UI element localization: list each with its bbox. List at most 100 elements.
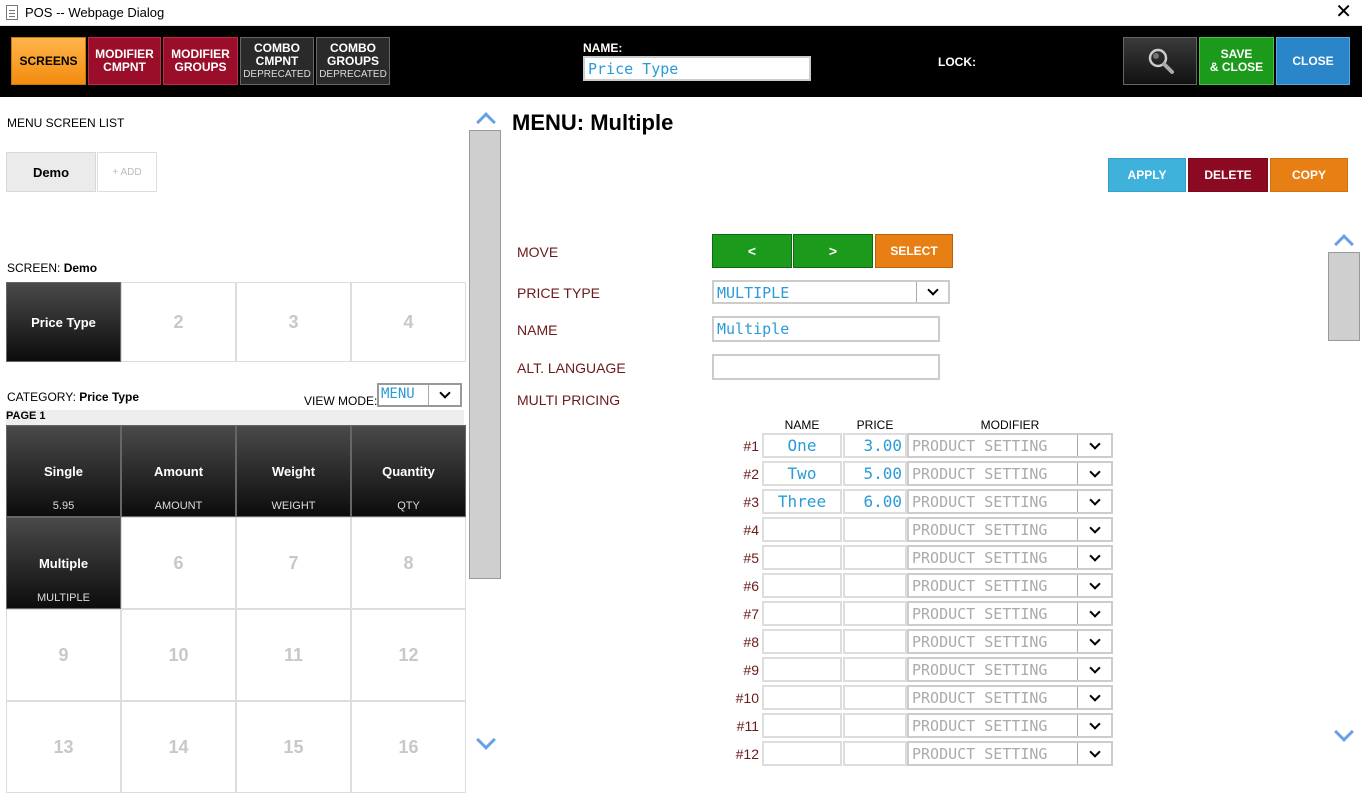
combo-groups-button[interactable]: COMBO GROUPS DEPRECATED bbox=[316, 37, 390, 85]
combo-cmpnt-button[interactable]: COMBO CMPNT DEPRECATED bbox=[240, 37, 314, 85]
view-mode-select[interactable]: MENU bbox=[377, 383, 462, 407]
pricing-modifier-select[interactable]: PRODUCT SETTING bbox=[907, 461, 1113, 486]
price-type-select[interactable]: MULTIPLE bbox=[712, 280, 950, 304]
screen-cell[interactable]: 4 bbox=[351, 282, 466, 362]
pricing-modifier-select[interactable]: PRODUCT SETTING bbox=[907, 713, 1113, 738]
pricing-name-input[interactable]: One bbox=[762, 433, 842, 458]
screen-cell[interactable]: 2 bbox=[121, 282, 236, 362]
pricing-price-input[interactable] bbox=[843, 601, 907, 626]
pricing-modifier-dropdown-button[interactable] bbox=[1077, 547, 1111, 568]
pricing-price-input[interactable] bbox=[843, 517, 907, 542]
alt-language-input[interactable] bbox=[712, 354, 940, 380]
move-prev-button[interactable]: < bbox=[712, 234, 792, 268]
pricing-modifier-dropdown-button[interactable] bbox=[1077, 715, 1111, 736]
left-panel-scroll-thumb[interactable] bbox=[469, 130, 501, 579]
menu-cell[interactable]: Single 5.95 bbox=[6, 425, 121, 517]
pricing-modifier-dropdown-button[interactable] bbox=[1077, 743, 1111, 764]
pricing-name-input[interactable] bbox=[762, 601, 842, 626]
pricing-price-input[interactable] bbox=[843, 545, 907, 570]
screen-cell-label: 4 bbox=[403, 311, 414, 332]
menu-cell[interactable]: 14 bbox=[121, 701, 236, 793]
screen-cell[interactable]: 3 bbox=[236, 282, 351, 362]
pricing-name-input[interactable] bbox=[762, 545, 842, 570]
screens-label: SCREENS bbox=[19, 53, 78, 68]
pricing-name-input[interactable] bbox=[762, 741, 842, 766]
menu-cell[interactable]: Amount AMOUNT bbox=[121, 425, 236, 517]
pricing-modifier-select[interactable]: PRODUCT SETTING bbox=[907, 685, 1113, 710]
save-close-button[interactable]: SAVE & CLOSE bbox=[1199, 37, 1274, 85]
close-button[interactable]: CLOSE bbox=[1276, 37, 1350, 85]
search-button[interactable] bbox=[1123, 37, 1197, 85]
window-close-icon[interactable]: ✕ bbox=[1335, 2, 1352, 22]
pricing-price-input[interactable] bbox=[843, 713, 907, 738]
menu-cell[interactable]: 7 bbox=[236, 517, 351, 609]
menu-cell-sub: QTY bbox=[397, 500, 420, 512]
name-input[interactable]: Price Type bbox=[583, 56, 811, 81]
apply-button[interactable]: APPLY bbox=[1108, 158, 1186, 192]
pricing-name-input[interactable]: Two bbox=[762, 461, 842, 486]
modifier-cmpnt-button[interactable]: MODIFIER CMPNT bbox=[88, 37, 161, 85]
pricing-price-input[interactable] bbox=[843, 685, 907, 710]
menu-cell[interactable]: 8 bbox=[351, 517, 466, 609]
pricing-modifier-select[interactable]: PRODUCT SETTING bbox=[907, 657, 1113, 682]
view-mode-dropdown-button[interactable] bbox=[428, 385, 460, 405]
pricing-price-input[interactable] bbox=[843, 629, 907, 654]
pricing-name-input[interactable] bbox=[762, 629, 842, 654]
pricing-modifier-select[interactable]: PRODUCT SETTING bbox=[907, 545, 1113, 570]
pricing-modifier-select[interactable]: PRODUCT SETTING bbox=[907, 573, 1113, 598]
pricing-modifier-dropdown-button[interactable] bbox=[1077, 435, 1111, 456]
menu-cell[interactable]: Weight WEIGHT bbox=[236, 425, 351, 517]
pricing-modifier-dropdown-button[interactable] bbox=[1077, 659, 1111, 680]
pricing-price-input[interactable]: 3.00 bbox=[843, 433, 907, 458]
screen-tab-demo[interactable]: Demo bbox=[6, 152, 96, 192]
menu-cell[interactable]: Quantity QTY bbox=[351, 425, 466, 517]
menu-cell[interactable]: 11 bbox=[236, 609, 351, 701]
pricing-price-input[interactable] bbox=[843, 657, 907, 682]
pricing-name-input[interactable] bbox=[762, 573, 842, 598]
menu-name-input[interactable]: Multiple bbox=[712, 316, 940, 342]
pricing-price-input[interactable]: 5.00 bbox=[843, 461, 907, 486]
price-type-dropdown-button[interactable] bbox=[916, 282, 948, 302]
pricing-modifier-select[interactable]: PRODUCT SETTING bbox=[907, 433, 1113, 458]
pricing-modifier-select[interactable]: PRODUCT SETTING bbox=[907, 517, 1113, 542]
pricing-modifier-select[interactable]: PRODUCT SETTING bbox=[907, 601, 1113, 626]
pricing-modifier-dropdown-button[interactable] bbox=[1077, 491, 1111, 512]
pricing-modifier-dropdown-button[interactable] bbox=[1077, 463, 1111, 484]
pricing-modifier-dropdown-button[interactable] bbox=[1077, 687, 1111, 708]
modifier-groups-button[interactable]: MODIFIER GROUPS bbox=[163, 37, 238, 85]
screen-cell[interactable]: Price Type bbox=[6, 282, 121, 362]
menu-cell[interactable]: 15 bbox=[236, 701, 351, 793]
pricing-name-input[interactable] bbox=[762, 517, 842, 542]
menu-cell[interactable]: 16 bbox=[351, 701, 466, 793]
pricing-name-input[interactable] bbox=[762, 657, 842, 682]
right-panel-scroll-thumb[interactable] bbox=[1328, 252, 1360, 341]
menu-cell-label: 10 bbox=[168, 644, 189, 665]
menu-cell[interactable]: 10 bbox=[121, 609, 236, 701]
modifier-groups-line2: GROUPS bbox=[174, 60, 227, 74]
menu-cell[interactable]: 13 bbox=[6, 701, 121, 793]
pricing-modifier-dropdown-button[interactable] bbox=[1077, 603, 1111, 624]
pricing-price-input[interactable] bbox=[843, 741, 907, 766]
pricing-name-input[interactable]: Three bbox=[762, 489, 842, 514]
pricing-name-input[interactable] bbox=[762, 713, 842, 738]
select-button[interactable]: SELECT bbox=[875, 234, 953, 268]
pricing-modifier-dropdown-button[interactable] bbox=[1077, 575, 1111, 596]
menu-cell[interactable]: 12 bbox=[351, 609, 466, 701]
delete-button[interactable]: DELETE bbox=[1188, 158, 1268, 192]
pricing-price-input[interactable]: 6.00 bbox=[843, 489, 907, 514]
pricing-modifier-select[interactable]: PRODUCT SETTING bbox=[907, 489, 1113, 514]
menu-cell[interactable]: 9 bbox=[6, 609, 121, 701]
pricing-price-input[interactable] bbox=[843, 573, 907, 598]
menu-cell[interactable]: 6 bbox=[121, 517, 236, 609]
pricing-modifier-select[interactable]: PRODUCT SETTING bbox=[907, 629, 1113, 654]
move-next-button[interactable]: > bbox=[793, 234, 873, 268]
pricing-modifier-dropdown-button[interactable] bbox=[1077, 631, 1111, 652]
screens-button[interactable]: SCREENS bbox=[11, 37, 86, 85]
menu-cell[interactable]: Multiple MULTIPLE bbox=[6, 517, 121, 609]
pricing-modifier-select[interactable]: PRODUCT SETTING bbox=[907, 741, 1113, 766]
pricing-name-input[interactable] bbox=[762, 685, 842, 710]
pricing-modifier-dropdown-button[interactable] bbox=[1077, 519, 1111, 540]
save-close-line2: & CLOSE bbox=[1209, 60, 1264, 74]
add-screen-button[interactable]: + ADD bbox=[97, 152, 157, 192]
copy-button[interactable]: COPY bbox=[1270, 158, 1348, 192]
